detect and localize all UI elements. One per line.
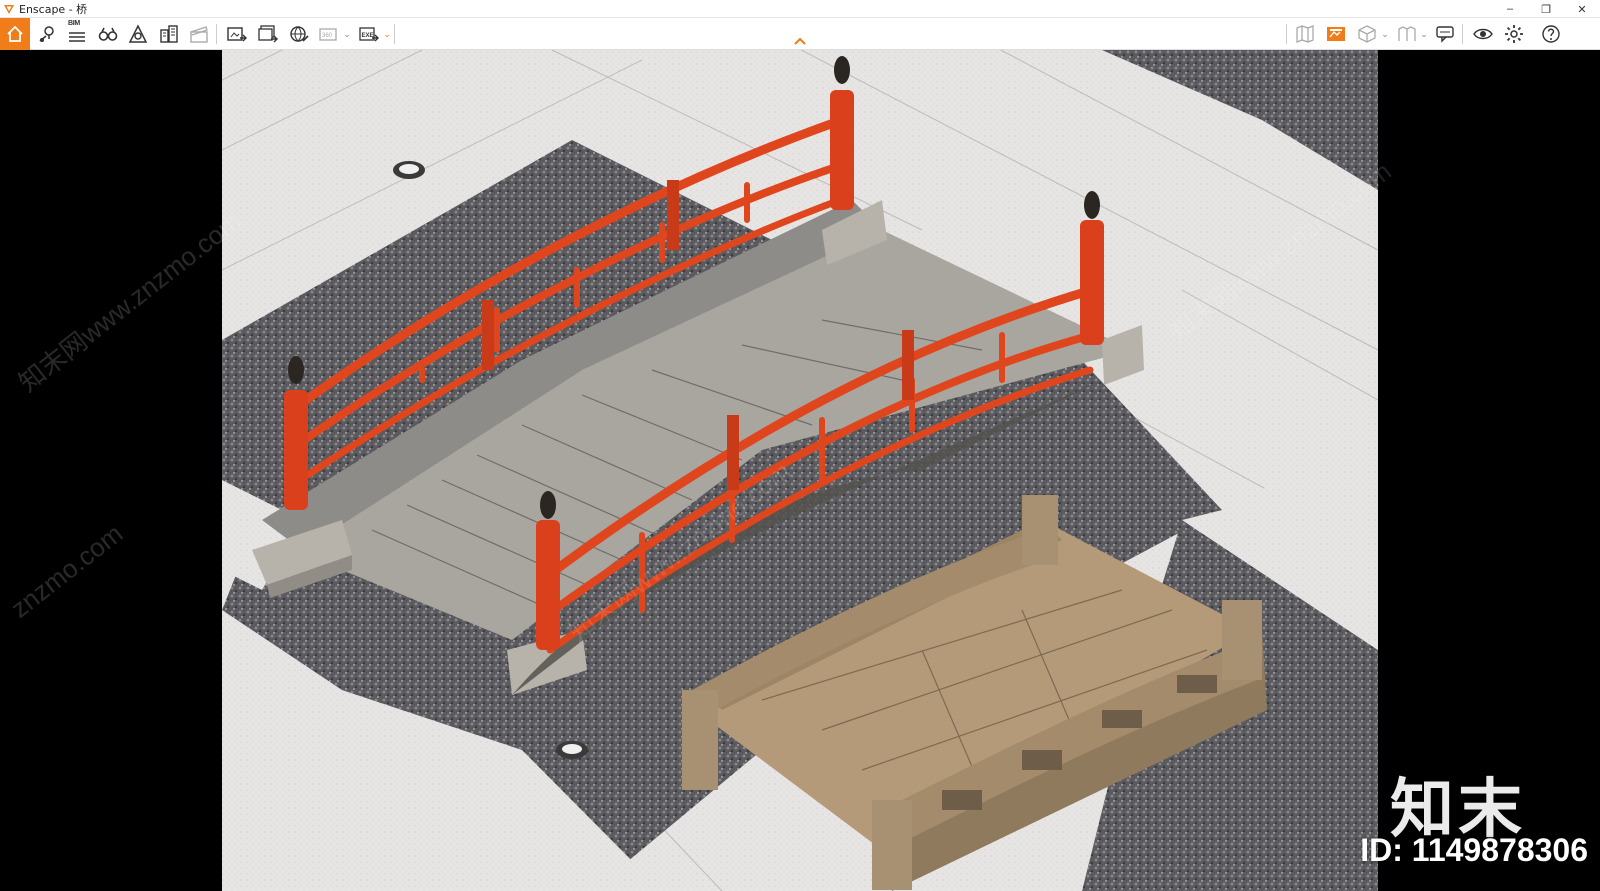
panorama-360-icon: 360 [319, 28, 337, 41]
views-button[interactable] [95, 21, 121, 47]
visual-settings-button[interactable] [1470, 21, 1496, 47]
gear-icon [1505, 25, 1523, 43]
asset-cube-button[interactable] [1354, 21, 1380, 47]
exe-export-icon: EXE [359, 27, 379, 42]
svg-text:360: 360 [322, 33, 333, 39]
bridge-render-scene [222, 50, 1378, 891]
watermark-id: ID: 1149878306 [1360, 832, 1588, 868]
map-pin-icon [39, 26, 54, 42]
window-title: Enscape - 桥 [19, 2, 88, 16]
capture-icon [1327, 27, 1345, 41]
collapse-toolbar-icon[interactable] [793, 36, 807, 46]
railing-post [1080, 220, 1104, 345]
railing-post [830, 90, 854, 210]
bim-label: BIM [68, 20, 80, 27]
exe-dropdown-caret[interactable]: ⌄ [383, 28, 391, 40]
toolbar-separator [1286, 24, 1287, 44]
minimap-button[interactable] [1292, 21, 1318, 47]
watermark-diagonal-1: 知末网www.znzmo.com [13, 205, 247, 398]
batch-render-icon [258, 25, 278, 43]
chat-bubble-icon [1436, 26, 1454, 43]
svg-text:EXE: EXE [362, 33, 374, 39]
enscape-logo-icon [4, 4, 14, 14]
batch-render-button[interactable] [255, 21, 281, 47]
screenshot-button[interactable] [224, 21, 250, 47]
cube-dropdown-caret[interactable]: ⌄ [1381, 28, 1389, 40]
map-icon [1296, 25, 1314, 43]
asset-library-button[interactable] [156, 21, 182, 47]
bim-button[interactable]: BIM [64, 20, 90, 47]
video-editor-button[interactable] [186, 21, 212, 47]
restore-button[interactable]: ❐ [1528, 0, 1564, 18]
close-button[interactable]: ✕ [1564, 0, 1600, 18]
render-viewport[interactable] [222, 50, 1378, 891]
atmosphere-icon [128, 24, 148, 43]
title-bar: Enscape - 桥 – ❐ ✕ [0, 0, 1600, 18]
binoculars-icon [98, 27, 118, 41]
screenshot-export-icon [227, 27, 247, 42]
capture-button[interactable] [1323, 21, 1349, 47]
clapperboard-icon [190, 26, 208, 43]
railing-post [284, 390, 308, 510]
settings-button[interactable] [1501, 21, 1527, 47]
globe-export-icon [290, 26, 309, 42]
home-icon [7, 25, 23, 42]
cube-icon [1358, 25, 1376, 43]
collaboration-button[interactable] [1432, 21, 1458, 47]
watermark-diagonal-2: znzmo.com [5, 518, 129, 624]
panorama-dropdown-caret[interactable]: ⌄ [343, 28, 351, 40]
web-standalone-button[interactable] [286, 21, 312, 47]
atmosphere-button[interactable] [125, 21, 151, 47]
toolbar-separator [394, 24, 395, 44]
toolbar-separator [1462, 24, 1463, 44]
exe-export-button[interactable]: EXE [356, 21, 382, 47]
railing-post [536, 520, 560, 650]
help-button[interactable] [1538, 21, 1564, 47]
minimize-button[interactable]: – [1492, 0, 1528, 18]
eye-icon [1473, 28, 1493, 40]
window-controls: – ❐ ✕ [1492, 0, 1600, 18]
help-icon [1542, 25, 1560, 43]
vr-walk-icon [1398, 26, 1416, 41]
panorama-button[interactable]: 360 [316, 21, 342, 47]
enscape-app: Enscape - 桥 – ❐ ✕ BIM 360 ⌄ EXE ⌄ ⌄ ⌄ 知末… [0, 0, 1600, 891]
home-button[interactable] [0, 18, 30, 50]
location-button[interactable] [34, 21, 60, 47]
buildings-icon [160, 25, 178, 43]
toolbar-separator [216, 24, 217, 44]
vr-headset-button[interactable] [1393, 21, 1419, 47]
vr-dropdown-caret[interactable]: ⌄ [1420, 28, 1428, 40]
